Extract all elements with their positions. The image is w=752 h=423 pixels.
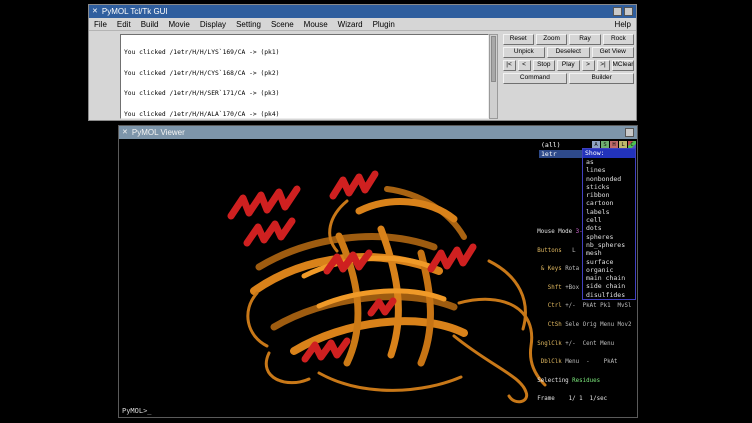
show-menu-item[interactable]: nb_spheres (583, 241, 635, 249)
mouse-matrix-row: Ctrl +/- PkAt Pk1 MvSl (537, 303, 635, 309)
zoom-button[interactable]: Zoom (536, 34, 567, 45)
maximize-button[interactable] (625, 128, 634, 137)
log-line: You clicked /1etr/H/H/LYS`169/CA -> (pk1… (124, 50, 485, 57)
menu-mouse[interactable]: Mouse (299, 20, 333, 29)
show-menu-item[interactable]: dots (583, 224, 635, 232)
menu-file[interactable]: File (89, 20, 112, 29)
log-scrollbar[interactable] (489, 34, 498, 119)
log-line: You clicked /1etr/H/H/ALA`170/CA -> (pk4… (124, 112, 485, 119)
menu-movie[interactable]: Movie (163, 20, 194, 29)
log-line: You clicked /1etr/H/H/CYS`168/CA -> (pk2… (124, 71, 485, 78)
show-menu-item[interactable]: labels (583, 208, 635, 216)
viewer-window-title: PyMOL Viewer (132, 128, 623, 137)
gui-window-title: PyMOL Tcl/Tk GUI (102, 7, 611, 16)
show-menu-item[interactable]: organic (583, 266, 635, 274)
3d-viewport[interactable]: (all) A S H L C 1etr A S H L C Show: as … (119, 139, 637, 417)
show-menu-item[interactable]: sticks (583, 183, 635, 191)
viewer-titlebar[interactable]: ✕ PyMOL Viewer (119, 126, 637, 139)
menu-wizard[interactable]: Wizard (333, 20, 368, 29)
show-menu-item[interactable]: spheres (583, 233, 635, 241)
log-line: You clicked /1etr/H/H/SER`171/CA -> (pk3… (124, 91, 485, 98)
selecting-label: Selecting (537, 378, 572, 384)
show-menu-item[interactable]: nonbonded (583, 175, 635, 183)
frame-counter: Frame 1/ 1 1/sec (537, 396, 635, 402)
show-menu-item[interactable]: lines (583, 166, 635, 174)
show-menu-item[interactable]: surface (583, 258, 635, 266)
maximize-button[interactable] (624, 7, 633, 16)
gui-content: You clicked /1etr/H/H/LYS`169/CA -> (pk1… (89, 31, 636, 122)
window-menu-icon[interactable]: ✕ (122, 126, 128, 139)
menu-edit[interactable]: Edit (112, 20, 136, 29)
gui-titlebar[interactable]: ✕ PyMOL Tcl/Tk GUI (89, 5, 636, 18)
show-menu-item[interactable]: main chain (583, 274, 635, 282)
menu-help[interactable]: Help (610, 20, 636, 29)
pymol-tcltk-window: ✕ PyMOL Tcl/Tk GUI File Edit Build Movie… (88, 4, 637, 121)
show-menu: Show: as lines nonbonded sticks ribbon c… (582, 148, 636, 300)
builder-button[interactable]: Builder (569, 73, 634, 84)
movie-play-button[interactable]: Play (557, 60, 579, 71)
show-menu-item[interactable]: side chain (583, 282, 635, 290)
show-menu-title: Show: (583, 149, 635, 158)
movie-first-button[interactable]: |< (503, 60, 516, 71)
selecting-mode[interactable]: Residues (572, 378, 600, 384)
menu-build[interactable]: Build (136, 20, 164, 29)
deselect-button[interactable]: Deselect (547, 47, 589, 58)
show-menu-item[interactable]: cell (583, 216, 635, 224)
show-menu-item[interactable]: disulfides (583, 291, 635, 299)
get-view-button[interactable]: Get View (592, 47, 634, 58)
movie-last-button[interactable]: >| (597, 60, 610, 71)
mouse-matrix-row: DblClk Menu - PkAt (537, 359, 635, 365)
show-menu-item[interactable]: as (583, 158, 635, 166)
control-panel: Reset Zoom Ray Rock Unpick Deselect Get … (503, 34, 634, 119)
menubar: File Edit Build Movie Display Setting Sc… (89, 18, 636, 31)
pymol-viewer-window: ✕ PyMOL Viewer (118, 125, 638, 418)
show-menu-item[interactable]: mesh (583, 249, 635, 257)
menu-plugin[interactable]: Plugin (368, 20, 400, 29)
ray-button[interactable]: Ray (569, 34, 600, 45)
unpick-button[interactable]: Unpick (503, 47, 545, 58)
show-menu-item[interactable]: cartoon (583, 199, 635, 207)
menu-scene[interactable]: Scene (266, 20, 299, 29)
mouse-mode-label: Mouse Mode (537, 229, 575, 235)
movie-forward-button[interactable]: > (582, 60, 595, 71)
command-button[interactable]: Command (503, 73, 568, 84)
movie-back-button[interactable]: < (518, 60, 531, 71)
reset-button[interactable]: Reset (503, 34, 534, 45)
window-menu-icon[interactable]: ✕ (92, 5, 98, 18)
mouse-matrix-row: CtSh Sele Orig Menu Mov2 (537, 322, 635, 328)
mouse-matrix-row: SnglClk +/- Cent Menu (537, 341, 635, 347)
scrollbar-thumb[interactable] (491, 36, 496, 82)
command-prompt[interactable]: PyMOL>_ (122, 407, 152, 415)
rock-button[interactable]: Rock (603, 34, 634, 45)
movie-stop-button[interactable]: Stop (533, 60, 555, 71)
output-log[interactable]: You clicked /1etr/H/H/LYS`169/CA -> (pk1… (120, 34, 489, 119)
menu-display[interactable]: Display (195, 20, 231, 29)
show-menu-item[interactable]: ribbon (583, 191, 635, 199)
mclear-button[interactable]: MClear (612, 60, 634, 71)
menu-setting[interactable]: Setting (231, 20, 266, 29)
minimize-button[interactable] (613, 7, 622, 16)
